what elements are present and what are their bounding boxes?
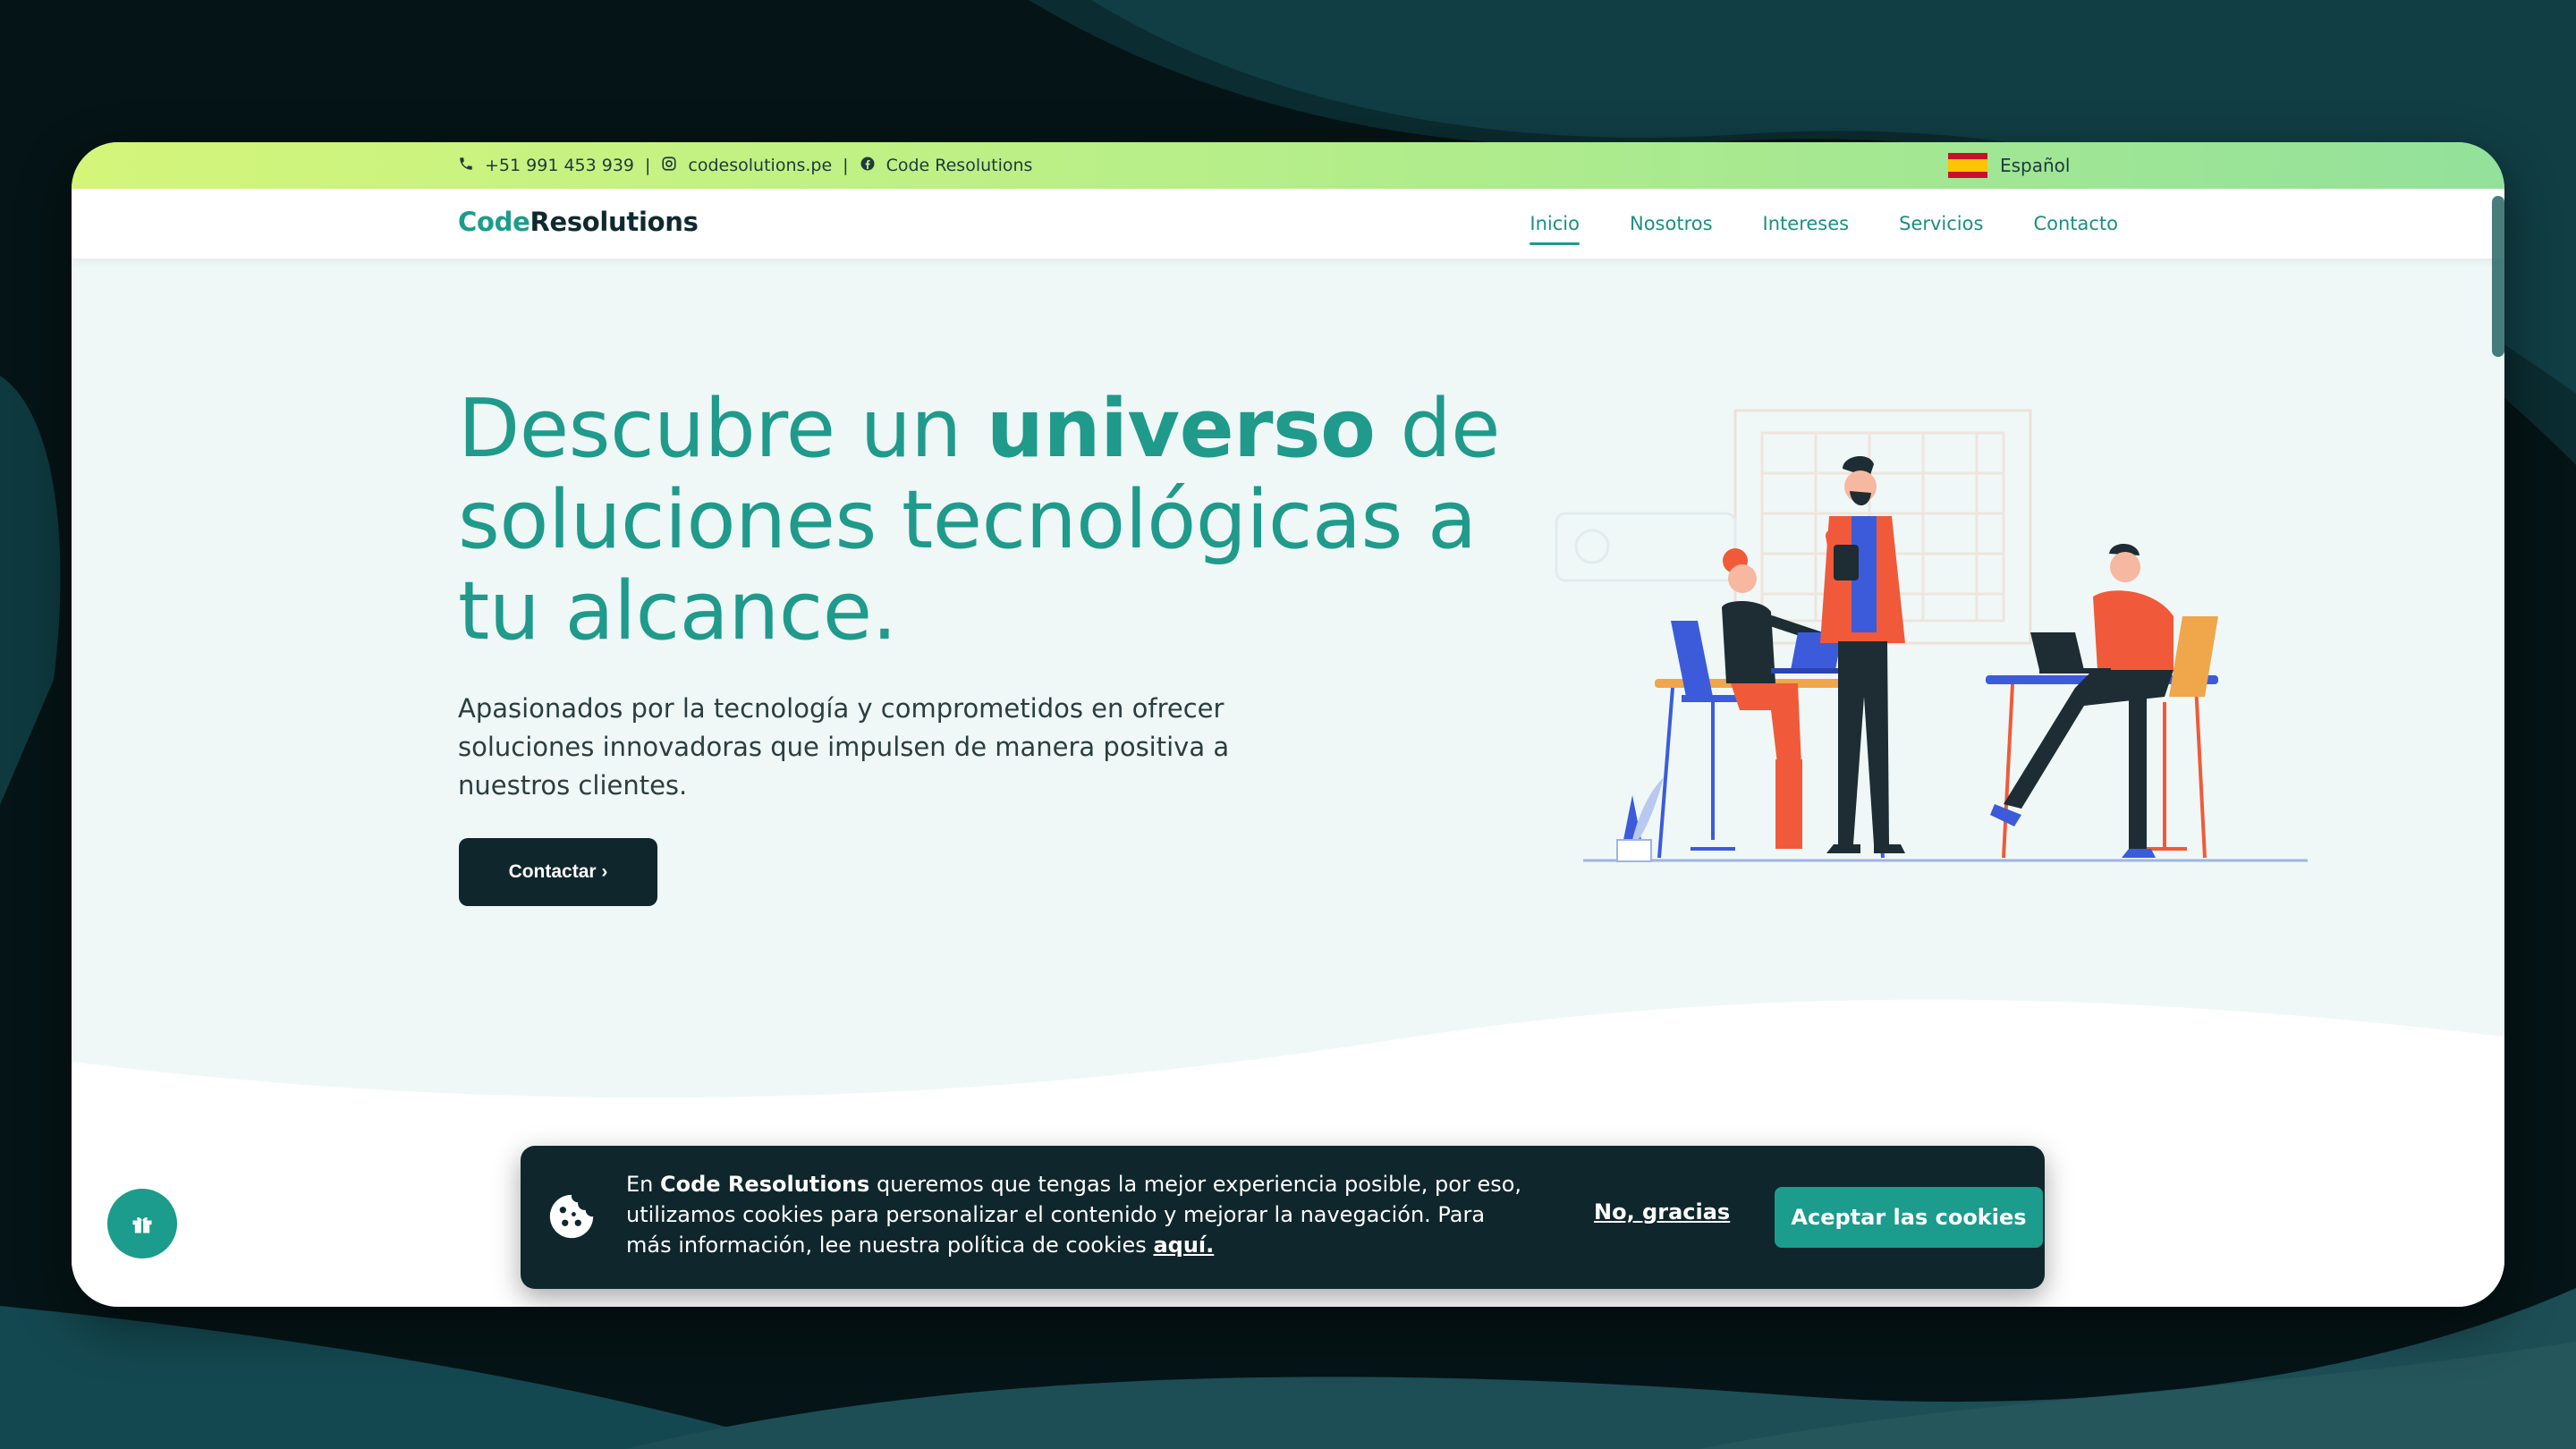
phone-icon — [458, 156, 474, 176]
gift-icon — [132, 1216, 152, 1233]
language-label: Español — [2000, 155, 2071, 176]
hero-title: Descubre un universo de soluciones tecno… — [458, 384, 1576, 657]
cookie-icon — [549, 1194, 594, 1239]
nav-item-intereses[interactable]: Intereses — [1763, 206, 1850, 242]
facebook-icon — [860, 156, 876, 176]
instagram-icon — [661, 156, 677, 176]
contactar-button[interactable]: Contactar › — [459, 838, 657, 906]
main-navbar: CodeResolutions Inicio Nosotros Interese… — [72, 189, 2504, 258]
language-selector[interactable]: Español — [1948, 142, 2070, 189]
phone-number[interactable]: +51 991 453 939 — [485, 156, 634, 175]
accept-cookies-button[interactable]: Aceptar las cookies — [1775, 1187, 2043, 1248]
decline-cookies-button[interactable]: No, gracias — [1594, 1199, 1730, 1224]
hero-subtitle: Apasionados por la tecnología y comprome… — [458, 693, 1230, 801]
logo-code: Code — [458, 207, 530, 237]
team-illustration — [1555, 409, 2308, 862]
hero-title-bold: universo — [986, 382, 1376, 476]
cookie-banner: En Code Resolutions queremos que tengas … — [521, 1146, 2045, 1289]
nav-item-servicios[interactable]: Servicios — [1899, 206, 1983, 242]
logo-resolutions: Resolutions — [530, 207, 699, 237]
contact-info: +51 991 453 939 | codesolutions.pe | Cod… — [458, 142, 1032, 189]
gift-button[interactable] — [107, 1189, 177, 1258]
top-contact-bar: +51 991 453 939 | codesolutions.pe | Cod… — [72, 142, 2504, 189]
separator: | — [645, 156, 651, 175]
hero-title-start: Descubre un — [458, 382, 987, 476]
cookie-message: En Code Resolutions queremos que tengas … — [626, 1169, 1530, 1260]
cookie-text-prefix: En — [626, 1172, 661, 1197]
cookie-brand: Code Resolutions — [660, 1172, 870, 1197]
site-logo[interactable]: CodeResolutions — [458, 207, 699, 237]
separator: | — [843, 156, 849, 175]
facebook-link[interactable]: Code Resolutions — [886, 156, 1033, 175]
nav-menu: Inicio Nosotros Intereses Servicios Cont… — [1530, 189, 2118, 258]
nav-item-contacto[interactable]: Contacto — [2033, 206, 2118, 242]
browser-window: +51 991 453 939 | codesolutions.pe | Cod… — [72, 142, 2504, 1307]
nav-item-nosotros[interactable]: Nosotros — [1630, 206, 1713, 242]
nav-item-inicio[interactable]: Inicio — [1530, 206, 1580, 245]
spain-flag-icon — [1948, 153, 1987, 178]
scrollbar[interactable] — [2492, 196, 2504, 357]
instagram-link[interactable]: codesolutions.pe — [688, 156, 832, 175]
cookie-policy-link[interactable]: aquí. — [1153, 1233, 1214, 1258]
